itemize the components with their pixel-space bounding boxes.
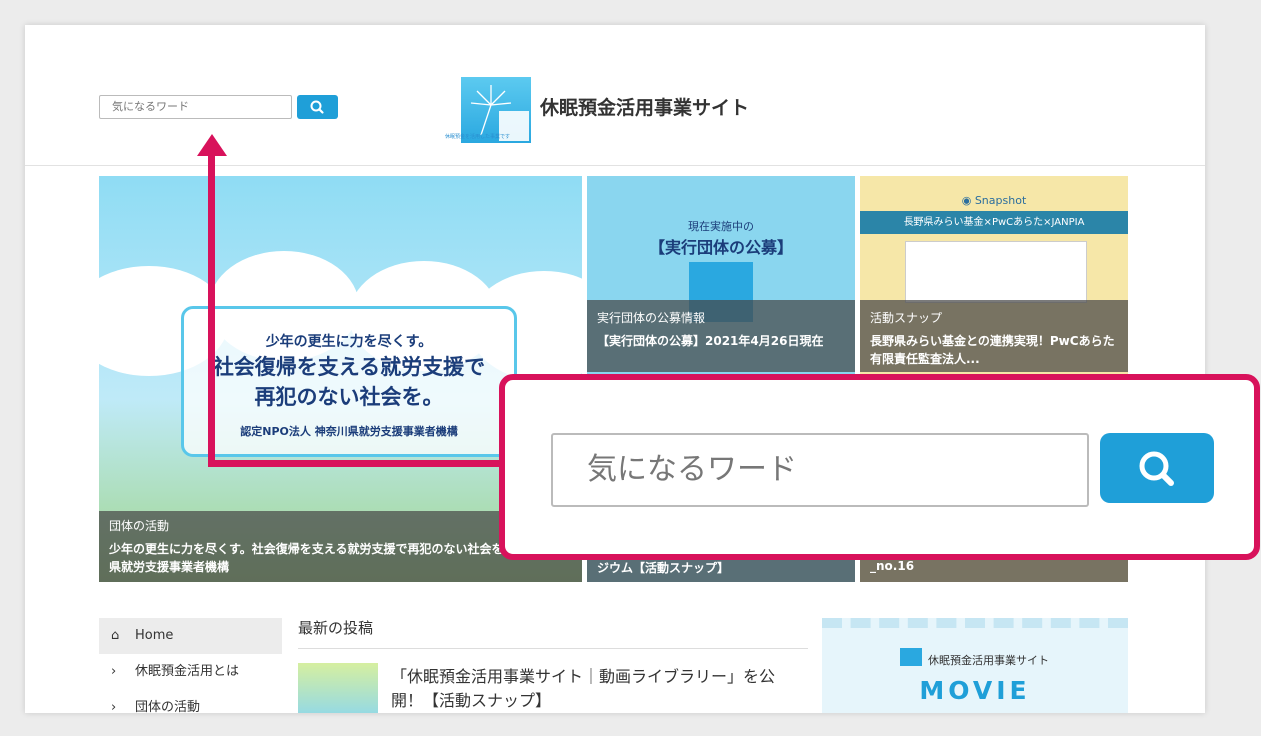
movie-logo-icon	[900, 648, 922, 666]
tile-3-band: 長野県みらい基金×PwCあらた×JANPIA	[860, 211, 1128, 234]
poster-line-1: 少年の更生に力を尽くす。	[265, 334, 433, 350]
tile-2-big-heading: 【実行団体の公募】	[648, 238, 793, 257]
search-button[interactable]	[297, 95, 338, 119]
snapshot-text: Snapshot	[974, 194, 1027, 207]
chevron-right-icon: ›	[111, 700, 117, 713]
search-icon	[1139, 451, 1174, 486]
movie-banner[interactable]: 休眠預金活用事業サイト MOVIE	[822, 618, 1128, 713]
sidebar-item-label: 団体の活動	[135, 700, 201, 713]
tile-caption: 活動スナップ 長野県みらい基金との連携実現！PwCあらた有限責任監査法人...	[860, 300, 1128, 372]
poster-line-2: 社会復帰を支える就労支援で	[212, 355, 486, 379]
tile-caption: 実行団体の公募情報 【実行団体の公募】2021年4月26日現在	[587, 300, 855, 372]
sidebar-item-label: 休眠預金活用とは	[135, 664, 240, 679]
site-title[interactable]: 休眠預金活用事業サイト	[540, 93, 749, 120]
zoomed-search-button[interactable]	[1100, 433, 1214, 503]
search-icon	[310, 100, 324, 114]
camera-icon: ◉	[961, 194, 975, 207]
poster-org: 認定NPO法人 神奈川県就労支援事業者機構	[240, 425, 458, 438]
annotation-arrow-shaft	[208, 148, 215, 466]
post-thumbnail[interactable]	[298, 663, 378, 713]
snapshot-label: ◉ Snapshot	[860, 194, 1128, 207]
zoom-callout: 気になるワード	[499, 374, 1260, 560]
logo-subtitle: 休眠預金を活用した事業です	[445, 134, 511, 140]
tile-3-screenshot-image	[905, 241, 1087, 303]
annotation-arrow-head	[197, 134, 227, 156]
tile-title[interactable]: 【実行団体の公募】2021年4月26日現在	[597, 332, 845, 350]
poster-card: 少年の更生に力を尽くす。 社会復帰を支える就労支援で 再犯のない社会を。 認定N…	[181, 306, 517, 457]
chevron-right-icon: ›	[111, 664, 117, 679]
sidebar-item-home[interactable]: ⌂ Home	[99, 618, 282, 654]
post-title-link[interactable]: 「休眠預金活用事業サイト｜動画ライブラリー」を公開！【活動スナップ】	[391, 665, 801, 713]
tile-2-small-heading: 現在実施中の	[688, 220, 754, 233]
poster-line-3: 再犯のない社会を。	[254, 385, 444, 409]
movie-site-name: 休眠預金活用事業サイト	[928, 654, 1049, 667]
home-icon: ⌂	[111, 628, 120, 643]
page: 気になるワード 休眠預金を活用した事業です 休眠預金活用事業サイト 少年の更生に…	[25, 25, 1205, 713]
search-input[interactable]: 気になるワード	[99, 95, 292, 119]
tile-title[interactable]: 長野県みらい基金との連携実現！PwCあらた有限責任監査法人...	[870, 332, 1118, 368]
zoomed-search-input[interactable]: 気になるワード	[551, 433, 1089, 507]
sidebar-item-about[interactable]: › 休眠預金活用とは	[99, 654, 282, 690]
annotation-arrow-connector	[208, 460, 503, 467]
latest-divider	[298, 648, 808, 649]
tile-category: 活動スナップ	[870, 311, 943, 325]
header-divider	[25, 165, 1205, 166]
sidebar-item-activities[interactable]: › 団体の活動	[99, 690, 282, 713]
tile-category: 実行団体の公募情報	[597, 311, 706, 325]
latest-posts-heading: 最新の投稿	[298, 619, 374, 637]
sidebar-item-label: Home	[135, 628, 174, 643]
movie-word: MOVIE	[919, 676, 1031, 705]
